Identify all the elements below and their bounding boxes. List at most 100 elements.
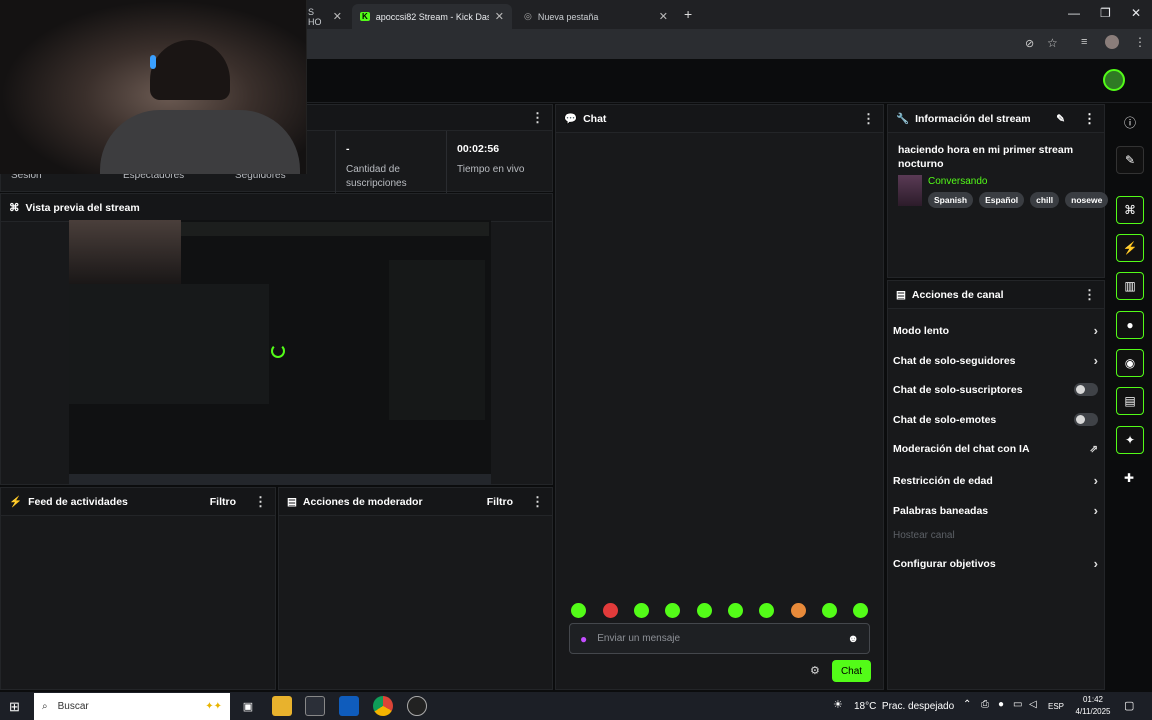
gear-icon[interactable]: ⚙ xyxy=(810,664,820,677)
apps-icon[interactable]: ✚ xyxy=(1124,471,1134,485)
close-icon[interactable]: ✕ xyxy=(495,10,504,23)
user-avatar[interactable] xyxy=(1103,69,1125,91)
windows-start-icon[interactable]: ⊞ xyxy=(9,699,20,715)
chrome-icon[interactable] xyxy=(373,696,393,716)
rail-activity-button[interactable]: ⚡ xyxy=(1116,234,1144,262)
clock[interactable]: 01:42 4/11/2025 xyxy=(1073,694,1113,718)
emote-icon[interactable] xyxy=(759,603,774,618)
action-followers-only[interactable]: Chat de solo-seguidores › xyxy=(893,353,1098,368)
tag[interactable]: Spanish xyxy=(928,192,974,208)
browser-tab[interactable]: S HO ✕ xyxy=(300,4,350,29)
chrome-icon: ◎ xyxy=(524,11,532,21)
weather-text[interactable]: 18°C Prac. despejado xyxy=(854,701,954,712)
store-icon[interactable] xyxy=(305,696,325,716)
chat-bubble-icon: 💬 xyxy=(564,113,578,125)
kebab-icon[interactable]: ⋮ xyxy=(531,110,544,126)
action-configure-goals[interactable]: Configurar objetivos › xyxy=(893,556,1098,571)
eye-off-icon[interactable]: ⊘ xyxy=(1025,37,1034,50)
edit-layout-button[interactable]: ✎ xyxy=(1116,146,1144,174)
minimize-icon[interactable]: — xyxy=(1068,6,1080,20)
rail-tools-button[interactable]: ✦ xyxy=(1116,426,1144,454)
panel-title: Información del stream xyxy=(915,112,1031,125)
notifications-icon[interactable]: ▢ xyxy=(1124,699,1134,712)
action-slow-mode[interactable]: Modo lento › xyxy=(893,323,1098,338)
taskbar-search[interactable]: ⌕ Buscar ✦✦ xyxy=(34,693,230,720)
chevron-right-icon: › xyxy=(1093,503,1098,518)
tag[interactable]: nosewe xyxy=(1065,192,1109,208)
stream-preview-panel: ⌘ Vista previa del stream xyxy=(0,193,553,485)
close-window-icon[interactable]: ✕ xyxy=(1131,6,1141,20)
preview-icon: ⌘ xyxy=(1124,203,1136,217)
subscribers-only-toggle[interactable] xyxy=(1074,383,1098,396)
rail-chat-button[interactable]: ● xyxy=(1116,311,1144,339)
emote-icon[interactable] xyxy=(634,603,649,618)
outlook-icon[interactable] xyxy=(339,696,359,716)
rail-broadcast-button[interactable]: ◉ xyxy=(1116,349,1144,377)
profile-avatar[interactable] xyxy=(1105,35,1119,49)
loading-spinner-icon xyxy=(271,344,285,358)
action-label: Modo lento xyxy=(893,324,949,337)
emote-icon[interactable] xyxy=(791,603,806,618)
rail-channel-button[interactable]: ▤ xyxy=(1116,387,1144,415)
volume-icon[interactable]: ◁ xyxy=(1029,699,1037,710)
rail-preview-button[interactable]: ⌘ xyxy=(1116,196,1144,224)
emote-icon[interactable] xyxy=(665,603,680,618)
chevron-right-icon: › xyxy=(1093,323,1098,338)
emote-icon[interactable] xyxy=(571,603,586,618)
kebab-icon[interactable]: ⋮ xyxy=(1083,287,1096,303)
tag[interactable]: Español xyxy=(979,192,1025,208)
kebab-icon[interactable]: ⋮ xyxy=(862,111,875,127)
task-view-icon[interactable]: ▣ xyxy=(238,696,258,716)
obs-icon[interactable] xyxy=(407,696,427,716)
close-icon[interactable]: ✕ xyxy=(659,10,668,23)
emote-icon[interactable] xyxy=(728,603,743,618)
device-icon[interactable]: ⎙ xyxy=(981,699,989,710)
edit-icon[interactable]: ✎ xyxy=(1056,113,1065,125)
rail-notes-button[interactable]: ▥ xyxy=(1116,272,1144,300)
tab-label: S HO xyxy=(308,6,322,27)
chat-input-placeholder: Enviar un mensaje xyxy=(597,633,681,644)
chat-panel: 💬 Chat ⋮ xyxy=(555,104,884,690)
shield-icon: ▤ xyxy=(287,495,297,508)
language-indicator[interactable]: ESP xyxy=(1048,702,1064,711)
filter-button[interactable]: Filtro xyxy=(210,496,236,508)
media-icon[interactable]: ≡ xyxy=(1081,36,1087,48)
filter-button[interactable]: Filtro xyxy=(487,496,513,508)
microphone-tray-icon[interactable]: ● xyxy=(998,699,1004,710)
kebab-icon[interactable]: ⋮ xyxy=(531,494,544,510)
close-icon[interactable]: ✕ xyxy=(333,10,342,23)
microphone-icon[interactable]: ● xyxy=(580,632,587,646)
maximize-icon[interactable]: ❐ xyxy=(1100,6,1111,20)
network-icon[interactable]: ▭ xyxy=(1013,699,1022,710)
browser-tab[interactable]: ◎ Nueva pestaña ✕ xyxy=(516,4,676,29)
action-age-restriction[interactable]: Restricción de edad › xyxy=(893,473,1098,488)
new-tab-icon[interactable]: + xyxy=(684,6,692,22)
action-label: Hostear canal xyxy=(893,530,955,541)
weather-icon: ☀ xyxy=(833,699,843,711)
lightning-icon: ⚡ xyxy=(1122,241,1138,255)
emote-icon[interactable] xyxy=(853,603,868,618)
menu-icon[interactable]: ⋮ xyxy=(1134,35,1146,49)
send-chat-button[interactable]: Chat xyxy=(832,660,871,682)
browser-tab-active[interactable]: K apoccsi82 Stream - Kick Dashb ✕ xyxy=(352,4,512,29)
panel-title: Acciones de moderador xyxy=(302,495,423,508)
chat-input[interactable]: ● Enviar un mensaje ☻ xyxy=(569,623,870,654)
file-explorer-icon[interactable] xyxy=(272,696,292,716)
stat-subscriptions: - Cantidad de suscripciones xyxy=(346,143,436,191)
emoji-icon[interactable]: ☻ xyxy=(847,633,859,645)
chevron-up-icon[interactable]: ⌃ xyxy=(963,699,971,710)
category-link[interactable]: Conversando xyxy=(928,176,987,187)
stream-preview-video[interactable] xyxy=(69,220,491,485)
action-ai-moderation[interactable]: Moderación del chat con IA ⇗ xyxy=(893,443,1098,455)
star-icon[interactable]: ☆ xyxy=(1047,36,1058,50)
emote-icon[interactable] xyxy=(697,603,712,618)
kebab-icon[interactable]: ⋮ xyxy=(1083,111,1096,127)
emotes-only-toggle[interactable] xyxy=(1074,413,1098,426)
action-banned-words[interactable]: Palabras baneadas › xyxy=(893,503,1098,518)
tag[interactable]: chill xyxy=(1030,192,1060,208)
info-icon[interactable]: ⓘ xyxy=(1124,114,1136,131)
kebab-icon[interactable]: ⋮ xyxy=(254,494,267,510)
emote-icon[interactable] xyxy=(603,603,618,618)
emote-icon[interactable] xyxy=(822,603,837,618)
kick-logo-icon: K xyxy=(360,12,370,21)
